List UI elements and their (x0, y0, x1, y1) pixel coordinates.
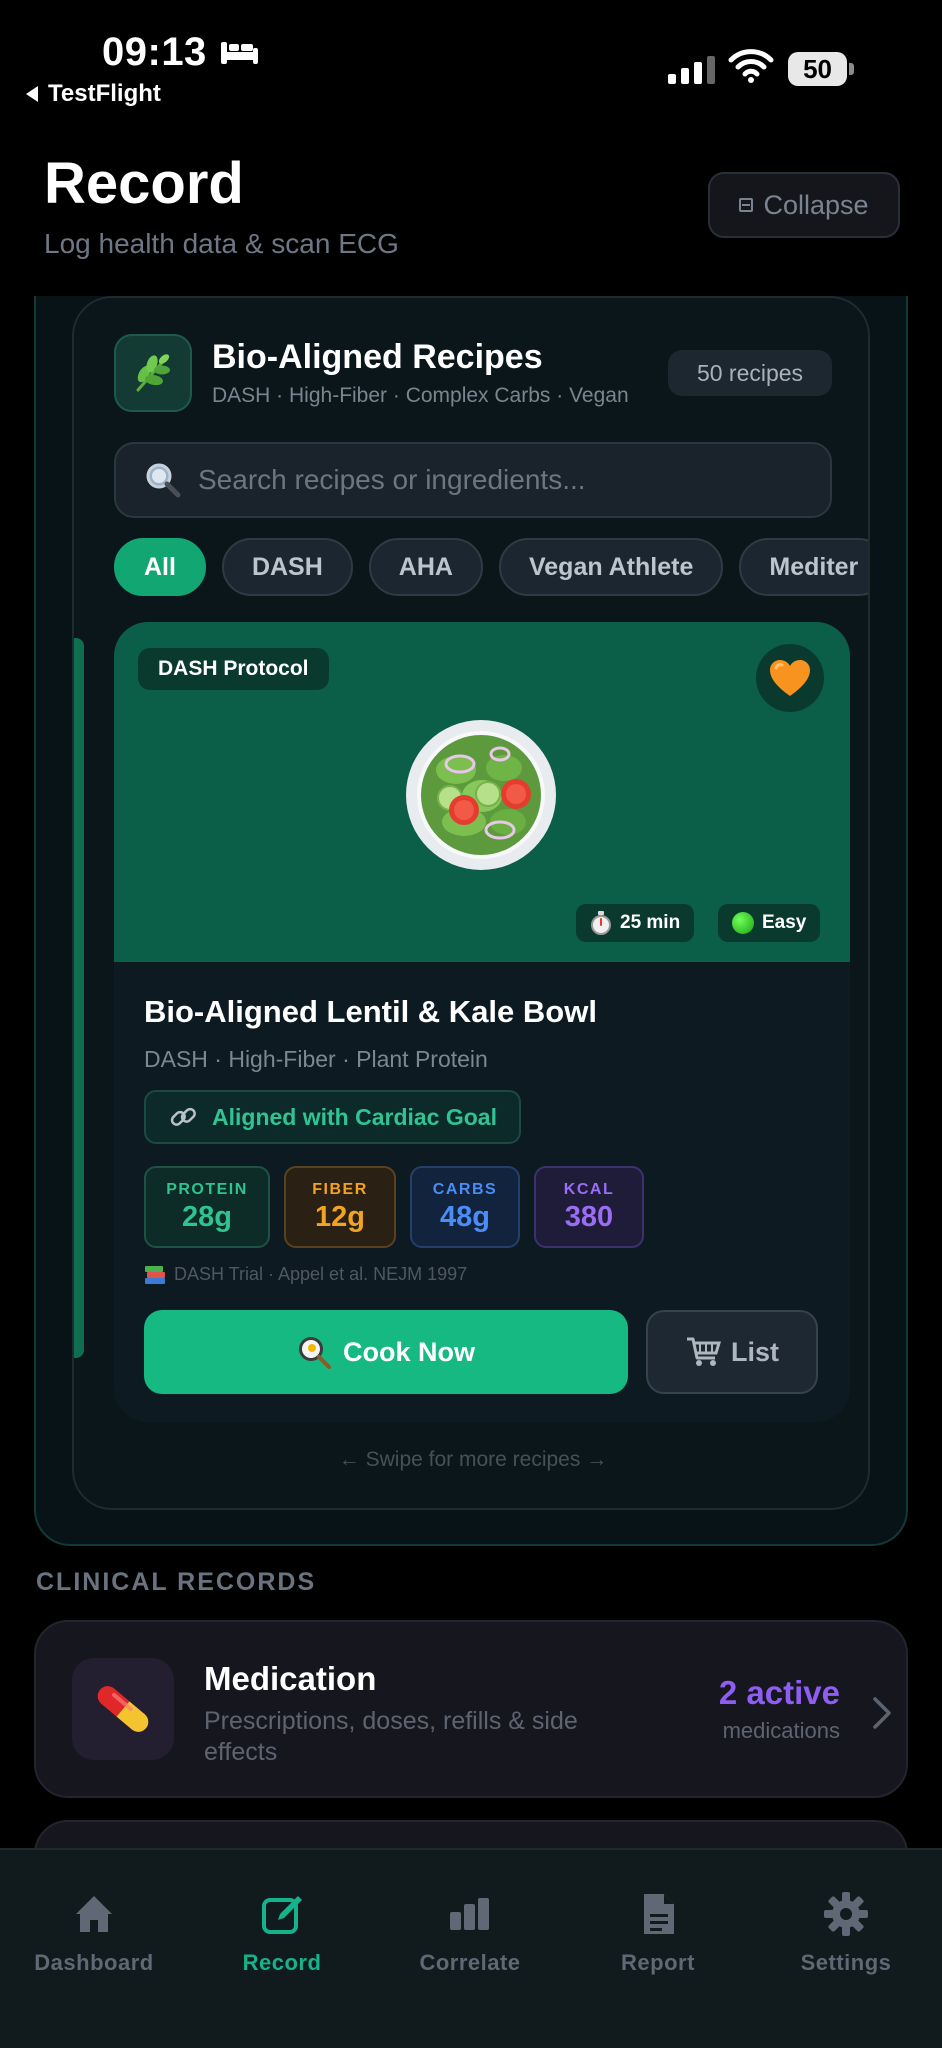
tab-label: Settings (800, 1950, 892, 1975)
filter-chip-dash[interactable]: DASH (221, 538, 353, 596)
list-label: List (730, 1336, 779, 1367)
medication-title: Medication (204, 1660, 377, 1697)
tab-dashboard[interactable]: Dashboard (0, 1890, 188, 1976)
macro-label: KCAL (563, 1180, 615, 1198)
tab-record[interactable]: Record (188, 1890, 376, 1976)
swipe-hint: ← Swipe for more recipes → (338, 1448, 608, 1471)
page-subtitle: Log health data & scan ECG (44, 228, 399, 259)
recipe-hero: DASH Protocol 25 min Easy (114, 622, 850, 962)
recipe-tags: DASH · High-Fiber · Plant Protein (144, 1046, 488, 1072)
recipes-subtitle: DASH · High-Fiber · Complex Carbs · Vega… (212, 384, 629, 407)
macro-carbs: CARBS 48g (410, 1166, 520, 1248)
macro-kcal: KCAL 380 (534, 1166, 644, 1248)
tab-settings[interactable]: Settings (752, 1890, 940, 1976)
link-icon (170, 1107, 196, 1126)
macro-label: CARBS (432, 1180, 498, 1198)
macro-label: PROTEIN (166, 1180, 248, 1198)
back-to-app[interactable]: TestFlight (26, 80, 161, 108)
battery-icon: 50 (788, 52, 854, 86)
tab-correlate[interactable]: Correlate (376, 1890, 564, 1976)
recipe-count-badge: 50 recipes (668, 350, 832, 396)
macro-value: 48g (440, 1200, 490, 1233)
bar-chart-icon (450, 1898, 489, 1930)
orange-heart-icon (770, 660, 810, 696)
gear-icon (824, 1892, 868, 1936)
protocol-badge: DASH Protocol (138, 648, 329, 690)
goal-label: Aligned with Cardiac Goal (212, 1103, 497, 1130)
pill-icon (72, 1658, 174, 1760)
macro-stats: PROTEIN 28g FIBER 12g CARBS 48g KCAL 380 (144, 1166, 644, 1248)
medication-description: Prescriptions, doses, refills & side eff… (204, 1707, 578, 1766)
filter-chip-all[interactable]: All (114, 538, 206, 596)
medication-count: 2 active (718, 1674, 840, 1711)
time-pill: 25 min (576, 904, 695, 942)
macro-label: FIBER (312, 1180, 368, 1198)
clinical-records-heading: CLINICAL RECORDS (36, 1568, 317, 1596)
difficulty-label: Easy (762, 912, 807, 933)
tab-label: Record (242, 1950, 322, 1975)
tab-label: Report (621, 1950, 695, 1975)
collapse-label: Collapse (763, 189, 869, 220)
collapse-icon (739, 198, 754, 212)
page-title: Record (44, 151, 244, 216)
recipes-title: Bio-Aligned Recipes (212, 338, 543, 376)
goal-alignment-badge: Aligned with Cardiac Goal (144, 1090, 521, 1144)
home-icon (76, 1896, 112, 1932)
filter-chip-aha[interactable]: AHA (368, 538, 483, 596)
favorite-button[interactable] (756, 644, 824, 712)
cook-now-button[interactable]: Cook Now (144, 1310, 628, 1394)
herb-icon (114, 334, 192, 412)
stopwatch-icon (591, 911, 611, 935)
recipe-name: Bio-Aligned Lentil & Kale Bowl (144, 994, 597, 1029)
cell-signal-icon (668, 54, 715, 84)
edit-icon (262, 1896, 302, 1934)
tab-report[interactable]: Report (564, 1890, 752, 1976)
medication-card[interactable]: Medication Prescriptions, doses, refills… (34, 1620, 908, 1798)
difficulty-pill: Easy (718, 904, 821, 942)
add-to-list-button[interactable]: List (646, 1310, 818, 1394)
recipes-card: Bio-Aligned Recipes DASH · High-Fiber · … (72, 296, 870, 1510)
macro-value: 28g (182, 1200, 232, 1233)
tab-label: Correlate (419, 1950, 521, 1975)
cook-now-label: Cook Now (343, 1336, 475, 1367)
green-circle-icon (732, 912, 754, 934)
document-icon (644, 1894, 674, 1934)
macro-protein: PROTEIN 28g (144, 1166, 270, 1248)
frying-pan-icon (299, 1337, 331, 1369)
citation-text: DASH Trial · Appel et al. NEJM 1997 (174, 1264, 468, 1284)
wifi-icon (728, 49, 774, 83)
chevron-right-icon (873, 1697, 891, 1729)
medication-count-label: medications (722, 1718, 840, 1743)
tab-bar: Dashboard Record Correlate Report Settin… (0, 1848, 942, 2048)
filter-chip-mediterranean[interactable]: Mediter (739, 538, 868, 596)
collapse-button[interactable]: Collapse (708, 172, 900, 238)
previous-recipe-peek[interactable] (74, 638, 84, 1358)
back-app-label: TestFlight (48, 80, 161, 107)
salad-icon (406, 720, 556, 870)
tab-label: Dashboard (34, 1950, 154, 1975)
recipe-search[interactable] (114, 442, 832, 518)
macro-value: 380 (564, 1200, 614, 1233)
macro-fiber: FIBER 12g (284, 1166, 396, 1248)
battery-level: 50 (788, 52, 848, 86)
citation: DASH Trial · Appel et al. NEJM 1997 (144, 1264, 467, 1285)
macro-value: 12g (315, 1200, 365, 1233)
time-text: 09:13 (102, 30, 207, 74)
filter-chip-vegan-athlete[interactable]: Vegan Athlete (498, 538, 724, 596)
cart-icon (686, 1337, 721, 1366)
filter-chips: All DASH AHA Vegan Athlete Mediter (114, 538, 868, 596)
books-icon (145, 1265, 165, 1284)
bed-icon (220, 41, 258, 64)
back-arrow-icon (26, 86, 38, 102)
search-icon (146, 463, 181, 498)
search-input[interactable] (198, 464, 798, 496)
status-time: 09:13 (102, 30, 259, 75)
status-bar: 09:13 TestFlight 50 (0, 0, 942, 120)
time-label: 25 min (620, 912, 681, 933)
recipe-card[interactable]: DASH Protocol 25 min Easy Bio-Aligned Le… (114, 622, 850, 1422)
